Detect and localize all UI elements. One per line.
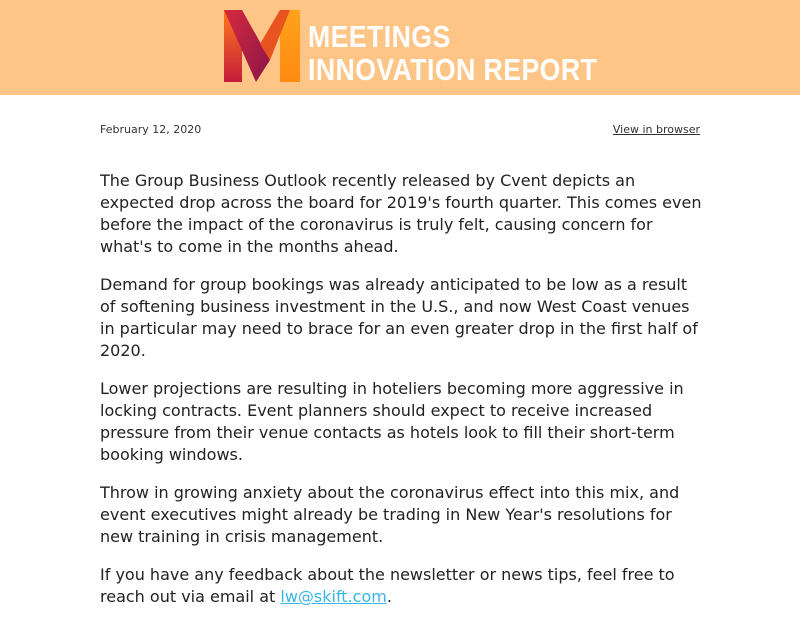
paragraph-line: expected drop across the board for 2019'… — [100, 193, 702, 212]
logo-line-1: MEETINGS — [308, 19, 451, 54]
email-suffix-text: . — [386, 587, 392, 606]
newsletter-date: February 12, 2020 — [100, 123, 202, 136]
article-body: The Group Business Outlook recently rele… — [100, 170, 702, 608]
meetings-logo-mark-icon — [224, 10, 300, 82]
paragraph-line: If you have any feedback about the newsl… — [100, 565, 675, 584]
paragraph-line: in particular may need to brace for an e… — [100, 319, 698, 338]
paragraph-3: Lower projections are resulting in hotel… — [100, 378, 700, 466]
paragraph-4: Throw in growing anxiety about the coron… — [100, 482, 700, 548]
paragraph-line: 2020. — [100, 341, 146, 360]
email-prefix-text: reach out via email at — [100, 587, 281, 606]
feedback-email-link[interactable]: lw@skift.com — [280, 587, 386, 606]
paragraph-line: pressure from their venue contacts as ho… — [100, 423, 675, 442]
paragraph-line: Lower projections are resulting in hotel… — [100, 379, 684, 398]
paragraph-line: locking contracts. Event planners should… — [100, 401, 653, 420]
paragraph-line: booking windows. — [100, 445, 243, 464]
paragraph-line: reach out via email at lw@skift.com. — [100, 586, 700, 608]
logo-wordmark: MEETINGS INNOVATION REPORT — [308, 20, 597, 86]
paragraph-5: If you have any feedback about the newsl… — [100, 564, 700, 608]
paragraph-line: what's to come in the months ahead. — [100, 237, 399, 256]
newsletter-content: February 12, 2020 View in browser The Gr… — [100, 95, 702, 624]
meta-row: February 12, 2020 View in browser — [100, 95, 700, 140]
paragraph-line: of softening business investment in the … — [100, 297, 690, 316]
view-in-browser-link[interactable]: View in browser — [613, 123, 700, 136]
paragraph-line: Throw in growing anxiety about the coron… — [100, 483, 680, 502]
paragraph-2: Demand for group bookings was already an… — [100, 274, 700, 362]
paragraph-line: new training in crisis management. — [100, 527, 384, 546]
paragraph-line: The Group Business Outlook recently rele… — [100, 171, 636, 190]
paragraph-line: Demand for group bookings was already an… — [100, 275, 688, 294]
paragraph-line: event executives might already be tradin… — [100, 505, 672, 524]
paragraph-line: before the impact of the coronavirus is … — [100, 215, 653, 234]
paragraph-1: The Group Business Outlook recently rele… — [100, 170, 702, 258]
newsletter-header: MEETINGS INNOVATION REPORT — [0, 0, 800, 95]
logo-line-2: INNOVATION REPORT — [308, 52, 598, 87]
